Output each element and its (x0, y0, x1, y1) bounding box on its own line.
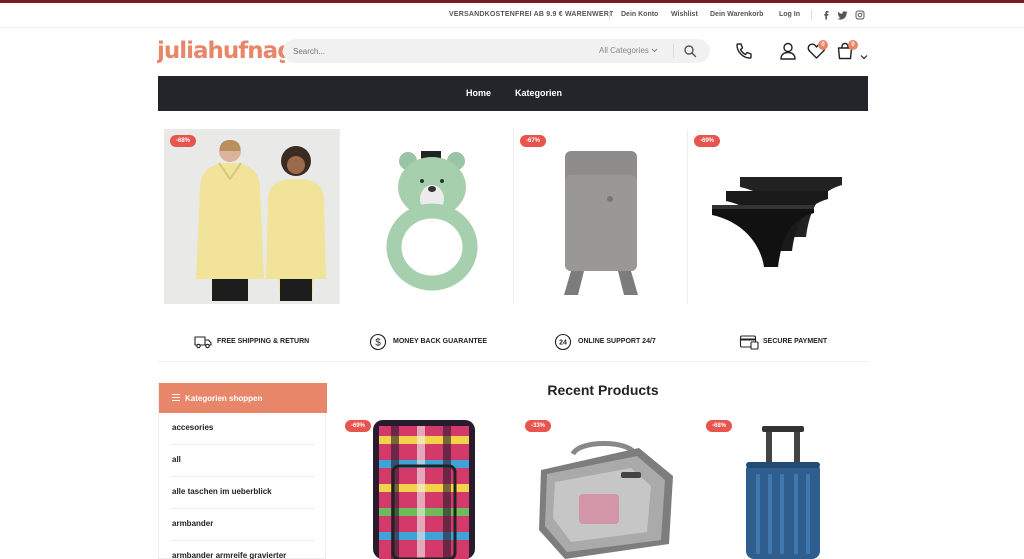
truck-icon (194, 336, 212, 349)
promo-card[interactable]: -67% (513, 129, 688, 304)
category-select[interactable]: All Categories (599, 46, 658, 55)
search-input[interactable] (293, 44, 583, 58)
divider (673, 44, 674, 58)
nav-home[interactable]: Home (466, 88, 491, 98)
section-title: Recent Products (547, 382, 659, 398)
discount-badge: -69% (345, 420, 372, 432)
yellow-hoodies-photo (164, 129, 339, 304)
discount-badge: -33% (525, 420, 552, 432)
account-link[interactable]: Dein Konto (621, 11, 658, 18)
login-link[interactable]: Log In (779, 11, 800, 18)
category-select-label: All Categories (599, 46, 649, 55)
feature-label: ONLINE SUPPORT 24/7 (578, 338, 656, 345)
search-icon[interactable] (683, 44, 697, 58)
divider (811, 10, 812, 20)
card-icon (739, 335, 759, 350)
site-header: juliahufnagel All Categories 0 0 (0, 29, 1024, 75)
category-header[interactable]: Kategorien shoppen (159, 383, 327, 413)
menu-icon (172, 394, 180, 401)
wishlist-link[interactable]: Wishlist (671, 11, 698, 18)
category-item-label: alle taschen im ueberblick (172, 487, 272, 496)
feature-label: SECURE PAYMENT (763, 338, 828, 345)
category-item-label: armbander armreife gravierter (172, 551, 287, 559)
category-item-label: accesories (172, 423, 214, 432)
divider (609, 10, 610, 20)
black-underwear-photo (688, 129, 862, 304)
product-card[interactable]: -33% (519, 414, 685, 559)
category-item[interactable]: armbander armreife gravierter (171, 541, 315, 559)
product-card[interactable]: -68% (700, 414, 866, 559)
discount-badge: -68% (170, 135, 197, 147)
bear-teether-photo (340, 129, 514, 304)
phone-icon[interactable] (734, 41, 754, 66)
feature-label: FREE SHIPPING & RETURN (217, 338, 310, 345)
category-sidebar: Kategorien shoppen accesories all alle t… (158, 383, 327, 559)
category-item-label: armbander (172, 519, 214, 528)
promo-banner-row: -68% -67% -69% (164, 129, 862, 304)
discount-badge: -68% (706, 420, 733, 432)
category-item[interactable]: all (171, 445, 315, 477)
nav-kategorien[interactable]: Kategorien (515, 88, 562, 98)
wishlist-count-badge: 0 (818, 40, 828, 50)
twitter-icon[interactable] (837, 9, 849, 21)
support-24-icon: 24 (554, 333, 572, 351)
cart-count-badge: 0 (848, 40, 858, 50)
site-logo[interactable]: juliahufnagel (157, 38, 285, 66)
category-item[interactable]: alle taschen im ueberblick (171, 477, 315, 509)
grey-phone-bag-photo (514, 129, 688, 304)
packing-cube-photo (519, 414, 685, 559)
features-row: FREE SHIPPING & RETURN $ MONEY BACK GUAR… (158, 322, 868, 362)
promo-card[interactable]: -69% (687, 129, 862, 304)
feature-label: MONEY BACK GUARANTEE (393, 338, 487, 345)
category-header-label: Kategorien shoppen (185, 394, 263, 403)
svg-text:$: $ (375, 338, 381, 349)
svg-text:24: 24 (559, 340, 567, 347)
user-icon[interactable] (779, 41, 797, 66)
plaid-suitcase-photo (339, 414, 505, 559)
category-item[interactable]: armbander (171, 509, 315, 541)
category-item-label: all (172, 455, 181, 464)
promo-card[interactable]: -68% (164, 129, 339, 304)
dollar-icon: $ (369, 333, 387, 351)
category-item[interactable]: accesories (171, 413, 315, 445)
facebook-icon[interactable] (820, 9, 832, 21)
instagram-icon[interactable] (854, 9, 866, 21)
cart-link[interactable]: Dein Warenkorb (710, 11, 763, 18)
chevron-down-icon (651, 49, 658, 53)
product-card[interactable]: -69% (339, 414, 505, 559)
main-nav: Home Kategorien (158, 76, 868, 111)
blue-suitcase-photo (700, 414, 866, 559)
discount-badge: -67% (520, 135, 547, 147)
chevron-down-icon[interactable] (860, 48, 868, 66)
search-bar: All Categories (283, 39, 710, 63)
discount-badge: -69% (694, 135, 721, 147)
shipping-promo: VERSANDKOSTENFREI AB 9.9 € WARENWERT (449, 11, 614, 18)
promo-card[interactable] (339, 129, 514, 304)
top-bar: VERSANDKOSTENFREI AB 9.9 € WARENWERT Dei… (0, 3, 1024, 28)
